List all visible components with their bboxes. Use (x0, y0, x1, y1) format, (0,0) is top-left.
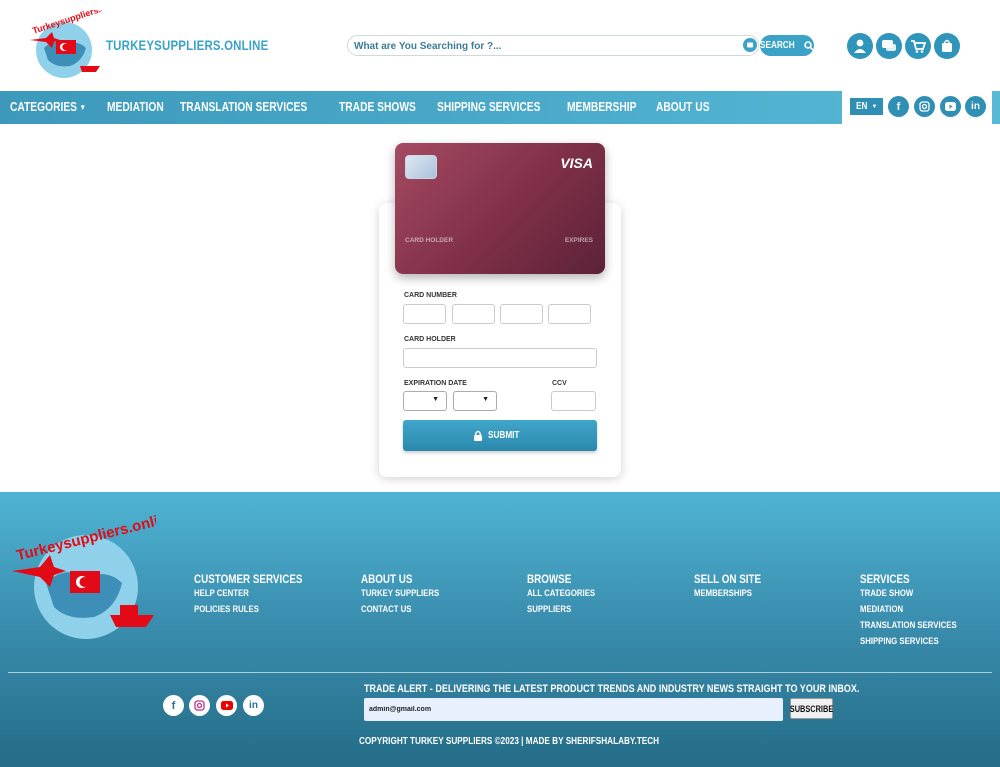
card-number-label: CARD NUMBER (404, 292, 457, 299)
copyright-text: COPYRIGHT TURKEY SUPPLIERS ©2023 | MADE … (359, 736, 660, 747)
visa-logo: VISA (560, 155, 593, 171)
site-logo[interactable]: Turkeysuppliers.online (26, 10, 102, 80)
nav-categories[interactable]: CATEGORIES ▼ (10, 100, 86, 114)
language-select[interactable]: EN ▼ (850, 98, 883, 115)
expiration-year-select[interactable]: ▼ (453, 391, 497, 411)
trade-alert-text: TRADE ALERT - DELIVERING THE LATEST PROD… (364, 683, 860, 695)
submit-button[interactable]: SUBMIT (403, 420, 597, 451)
youtube-icon[interactable] (216, 695, 237, 716)
nav-translation-services[interactable]: TRANSLATION SERVICES (180, 100, 307, 114)
card-chip-icon (405, 155, 437, 179)
footer-col-sell-on-site: SELL ON SITE MEMBERSHIPS (694, 572, 776, 604)
footer-link-shipping-services[interactable]: SHIPPING SERVICES (860, 636, 957, 652)
ccv-label: CCV (552, 380, 567, 387)
footer-link-mediation[interactable]: MEDIATION (860, 604, 957, 620)
brand-name[interactable]: TURKEYSUPPLIERS.ONLINE (106, 37, 268, 53)
footer-link-policies-rules[interactable]: POLICIES RULES (194, 604, 302, 620)
youtube-icon[interactable] (940, 96, 961, 117)
card-number-input-3[interactable] (500, 304, 543, 324)
dropdown-arrow-icon: ▼ (432, 396, 439, 403)
nav-membership[interactable]: MEMBERSHIP (567, 100, 636, 114)
card-number-input-4[interactable] (548, 304, 591, 324)
card-number-input-2[interactable] (452, 304, 495, 324)
footer-link-help-center[interactable]: HELP CENTER (194, 588, 302, 604)
card-holder-label: CARD HOLDER (404, 336, 456, 343)
expiration-date-label: EXPIRATION DATE (404, 380, 467, 387)
card-holder-preview-label: CARD HOLDER (405, 237, 454, 244)
footer-col-title: BROWSE (527, 572, 572, 586)
footer-link-all-categories[interactable]: ALL CATEGORIES (527, 588, 595, 604)
footer-col-title: ABOUT US (361, 572, 413, 586)
nav-shipping-services[interactable]: SHIPPING SERVICES (437, 100, 540, 114)
linkedin-icon[interactable]: in (243, 695, 264, 716)
footer-link-suppliers[interactable]: SUPPLIERS (527, 604, 595, 620)
card-number-input-1[interactable] (403, 304, 446, 324)
footer-col-title: SERVICES (860, 572, 910, 586)
footer-col-title: CUSTOMER SERVICES (194, 572, 303, 586)
footer-col-customer-services: CUSTOMER SERVICES HELP CENTER POLICIES R… (194, 572, 326, 620)
facebook-icon[interactable]: f (163, 695, 184, 716)
credit-card-preview: VISA CARD HOLDER EXPIRES (395, 143, 605, 274)
footer-link-memberships[interactable]: MEMBERSHIPS (694, 588, 761, 604)
search-icon (803, 40, 814, 51)
lock-icon (474, 430, 483, 441)
footer-col-title: SELL ON SITE (694, 572, 762, 586)
search-input[interactable] (354, 38, 734, 54)
linkedin-icon[interactable]: in (965, 96, 986, 117)
footer-col-browse: BROWSE ALL CATEGORIES SUPPLIERS (527, 572, 610, 620)
caret-down-icon: ▼ (871, 103, 878, 110)
instagram-icon[interactable] (914, 96, 935, 117)
search-bar (347, 35, 759, 56)
search-button-label: SEARCH (760, 40, 796, 51)
instagram-icon[interactable] (189, 695, 210, 716)
footer-col-services: SERVICES TRADE SHOW MEDIATION TRANSLATIO… (860, 572, 978, 652)
card-expires-preview-label: EXPIRES (564, 237, 593, 244)
footer-col-about-us: ABOUT US TURKEY SUPPLIERS CONTACT US (361, 572, 456, 620)
cart-icon[interactable] (905, 33, 931, 59)
site-header: Turkeysuppliers.online TURKEYSUPPLIERS.O… (0, 0, 1000, 91)
caret-down-icon: ▼ (79, 102, 86, 112)
user-icon[interactable] (847, 33, 873, 59)
submit-label: SUBMIT (488, 430, 520, 441)
dropdown-arrow-icon: ▼ (482, 396, 489, 403)
search-button[interactable]: SEARCH (760, 35, 814, 56)
footer-link-translation-services[interactable]: TRANSLATION SERVICES (860, 620, 957, 636)
chat-icon[interactable] (876, 33, 902, 59)
expiration-month-select[interactable]: ▼ (403, 391, 447, 411)
card-holder-input[interactable] (403, 348, 597, 368)
language-label: EN (855, 101, 867, 112)
facebook-icon[interactable]: f (888, 96, 909, 117)
shopping-bag-icon[interactable] (934, 33, 960, 59)
subscribe-label: SUBSCRIBE (789, 703, 834, 714)
footer-divider (8, 672, 992, 673)
ccv-input[interactable] (551, 391, 596, 411)
camera-search-icon[interactable] (743, 38, 757, 52)
footer-link-contact-us[interactable]: CONTACT US (361, 604, 439, 620)
nav-mediation[interactable]: MEDIATION (107, 100, 164, 114)
nav-about-us[interactable]: ABOUT US (656, 100, 710, 114)
footer-logo[interactable]: Turkeysuppliers.online (10, 515, 156, 645)
footer-link-turkey-suppliers[interactable]: TURKEY SUPPLIERS (361, 588, 439, 604)
footer-link-trade-show[interactable]: TRADE SHOW (860, 588, 957, 604)
subscribe-button[interactable]: SUBSCRIBE (790, 698, 833, 719)
newsletter-email-input[interactable] (364, 698, 783, 721)
nav-trade-shows[interactable]: TRADE SHOWS (339, 100, 416, 114)
